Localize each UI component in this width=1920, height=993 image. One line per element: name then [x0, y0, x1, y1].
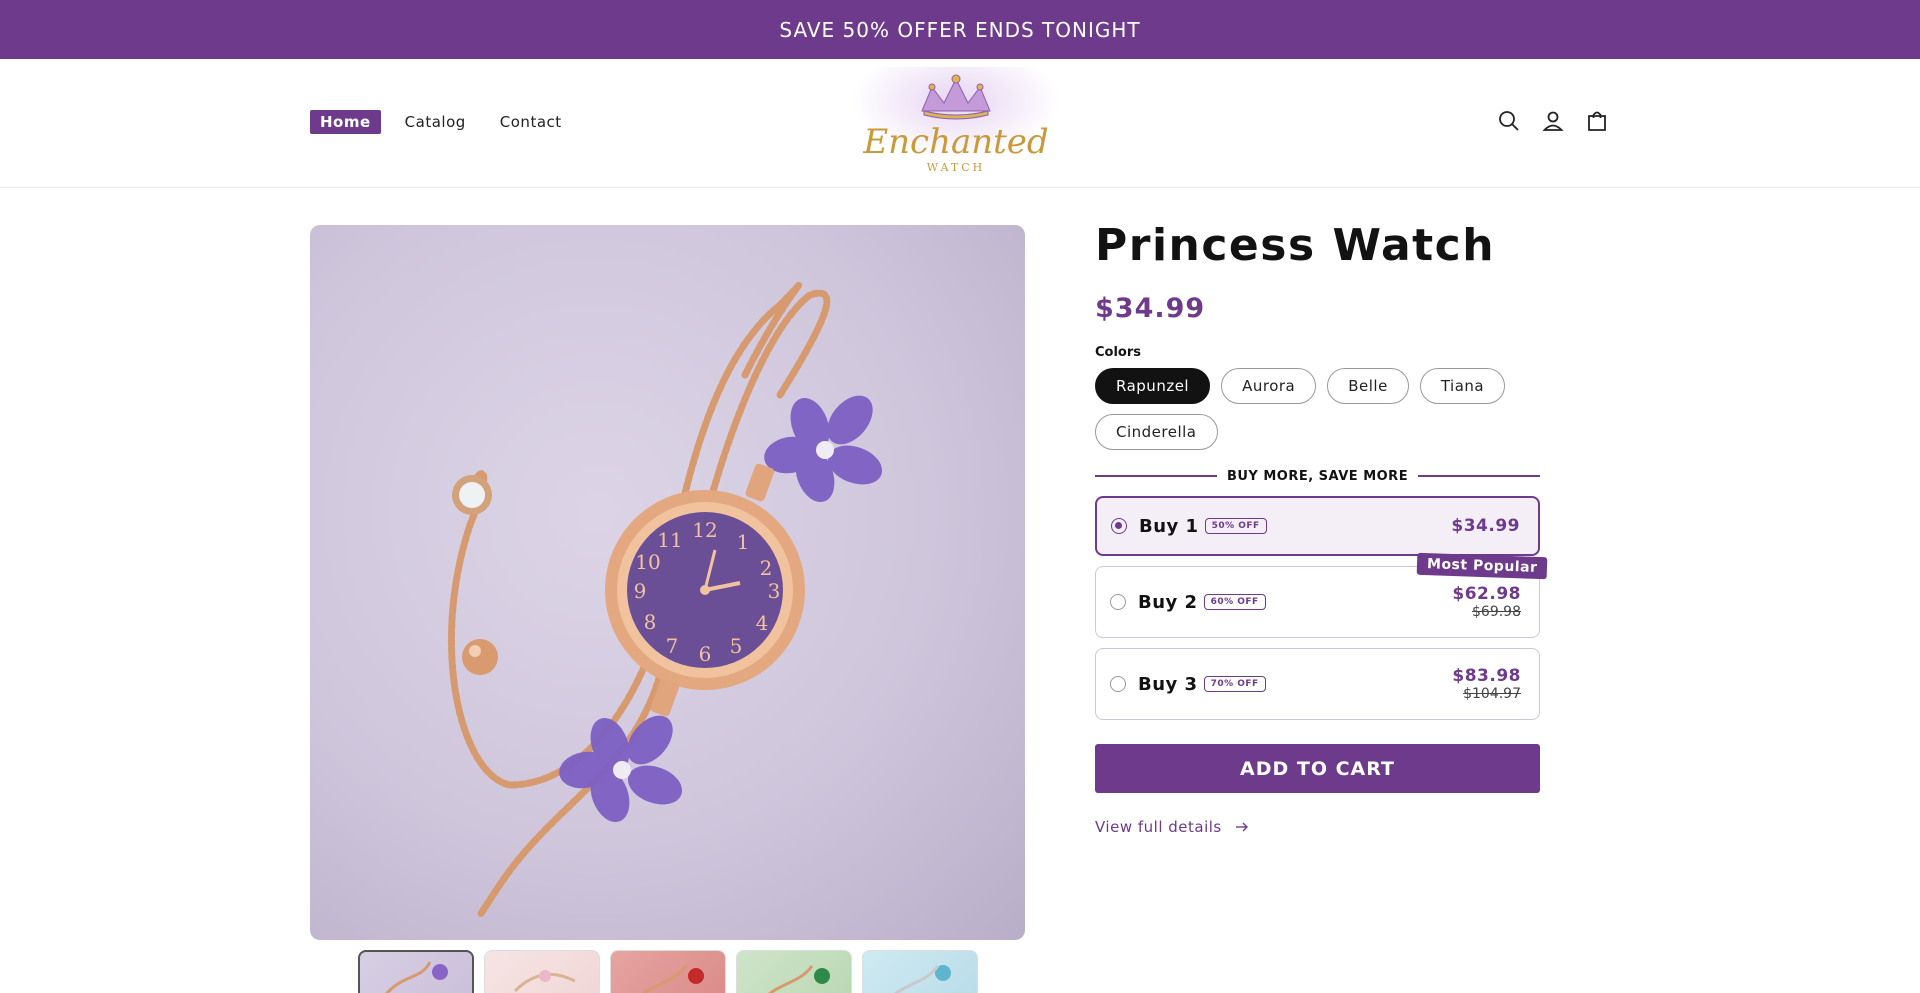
- bundle-label: Buy 1: [1139, 515, 1199, 537]
- discount-badge: 50% OFF: [1204, 518, 1267, 534]
- thumbnail-red[interactable]: [610, 950, 726, 993]
- svg-text:5: 5: [730, 634, 743, 658]
- site-header: Home Catalog Contact Enchanted WATCH: [0, 59, 1920, 188]
- nav-contact-link[interactable]: Contact: [500, 110, 572, 134]
- search-icon[interactable]: [1497, 109, 1521, 133]
- svg-text:11: 11: [657, 528, 682, 552]
- color-option-rapunzel[interactable]: Rapunzel: [1095, 368, 1211, 404]
- most-popular-tag: Most Popular: [1416, 552, 1548, 580]
- svg-text:4: 4: [756, 611, 769, 635]
- thumbnail-green[interactable]: [736, 950, 852, 993]
- bundle-label: Buy 3: [1138, 673, 1198, 695]
- bundle-label: Buy 2: [1138, 591, 1198, 613]
- svg-text:7: 7: [666, 634, 679, 658]
- divider-line: [1418, 475, 1541, 477]
- bundle-prices: $34.99: [1451, 516, 1520, 536]
- logo-wordmark: Enchanted: [862, 122, 1048, 162]
- bundle-prices: $83.98 $104.97: [1452, 666, 1521, 702]
- add-to-cart-button[interactable]: ADD TO CART: [1095, 744, 1540, 793]
- bundle-prices: $62.98 $69.98: [1452, 584, 1521, 620]
- discount-badge: 70% OFF: [1203, 676, 1266, 692]
- nav-home-link[interactable]: Home: [310, 110, 381, 134]
- divider-line: [1095, 475, 1217, 477]
- svg-text:6: 6: [699, 642, 712, 666]
- bundle-option-buy-3[interactable]: Buy 3 70% OFF $83.98 $104.97: [1095, 648, 1540, 720]
- announcement-text: SAVE 50% OFFER ENDS TONIGHT: [779, 17, 1141, 42]
- discount-badge: 60% OFF: [1203, 594, 1266, 610]
- account-icon[interactable]: [1541, 109, 1565, 133]
- svg-text:9: 9: [634, 579, 647, 603]
- svg-text:2: 2: [760, 556, 773, 580]
- logo-subtitle: WATCH: [927, 161, 985, 174]
- radio-button[interactable]: [1111, 518, 1127, 534]
- color-options: Rapunzel Aurora Belle Tiana Cinderella: [1095, 368, 1540, 450]
- product-title: Princess Watch: [1095, 220, 1496, 271]
- bundle-heading-text: BUY MORE, SAVE MORE: [1226, 468, 1409, 484]
- bundle-old-price: $69.98: [1472, 604, 1521, 620]
- product-info: Princess Watch $34.99 Colors Rapunzel Au…: [1095, 220, 1548, 836]
- thumbnail-strip: [358, 950, 978, 993]
- bundle-heading: BUY MORE, SAVE MORE: [1095, 466, 1541, 486]
- thumbnail-purple[interactable]: [358, 950, 474, 993]
- main-nav: Home Catalog Contact: [310, 110, 572, 134]
- bundle-old-price: $104.97: [1463, 686, 1521, 702]
- color-option-belle[interactable]: Belle: [1327, 368, 1409, 404]
- bundle-price: $62.98: [1452, 584, 1521, 604]
- logo[interactable]: Enchanted WATCH: [852, 67, 1060, 181]
- radio-button[interactable]: [1110, 676, 1126, 692]
- thumbnail-blue[interactable]: [862, 950, 978, 993]
- bundle-price: $83.98: [1452, 666, 1521, 686]
- cart-icon[interactable]: [1585, 109, 1609, 133]
- bundle-option-buy-2[interactable]: Most Popular Buy 2 60% OFF $62.98 $69.98: [1095, 552, 1548, 638]
- product-main-image[interactable]: 12 1 2 345 678 9 10 11: [310, 225, 1025, 940]
- announcement-bar: SAVE 50% OFFER ENDS TONIGHT: [0, 0, 1920, 59]
- arrow-right-icon: [1235, 818, 1248, 836]
- bundle-price: $34.99: [1451, 516, 1520, 536]
- color-option-tiana[interactable]: Tiana: [1419, 368, 1506, 404]
- nav-catalog-link[interactable]: Catalog: [405, 110, 476, 134]
- colors-label: Colors: [1095, 345, 1142, 360]
- view-details-text: View full details: [1095, 818, 1222, 836]
- view-details-link[interactable]: View full details: [1095, 818, 1540, 836]
- svg-text:1: 1: [737, 530, 750, 554]
- thumbnail-pink[interactable]: [484, 950, 600, 993]
- svg-text:8: 8: [644, 610, 657, 634]
- svg-text:10: 10: [635, 550, 660, 574]
- product-price: $34.99: [1095, 293, 1206, 324]
- svg-text:3: 3: [768, 579, 781, 603]
- svg-text:12: 12: [692, 518, 717, 542]
- radio-button[interactable]: [1110, 594, 1126, 610]
- header-icons: [1497, 109, 1609, 133]
- color-option-cinderella[interactable]: Cinderella: [1095, 414, 1218, 450]
- bundle-option-buy-1[interactable]: Buy 1 50% OFF $34.99: [1095, 496, 1540, 556]
- color-option-aurora[interactable]: Aurora: [1221, 368, 1317, 404]
